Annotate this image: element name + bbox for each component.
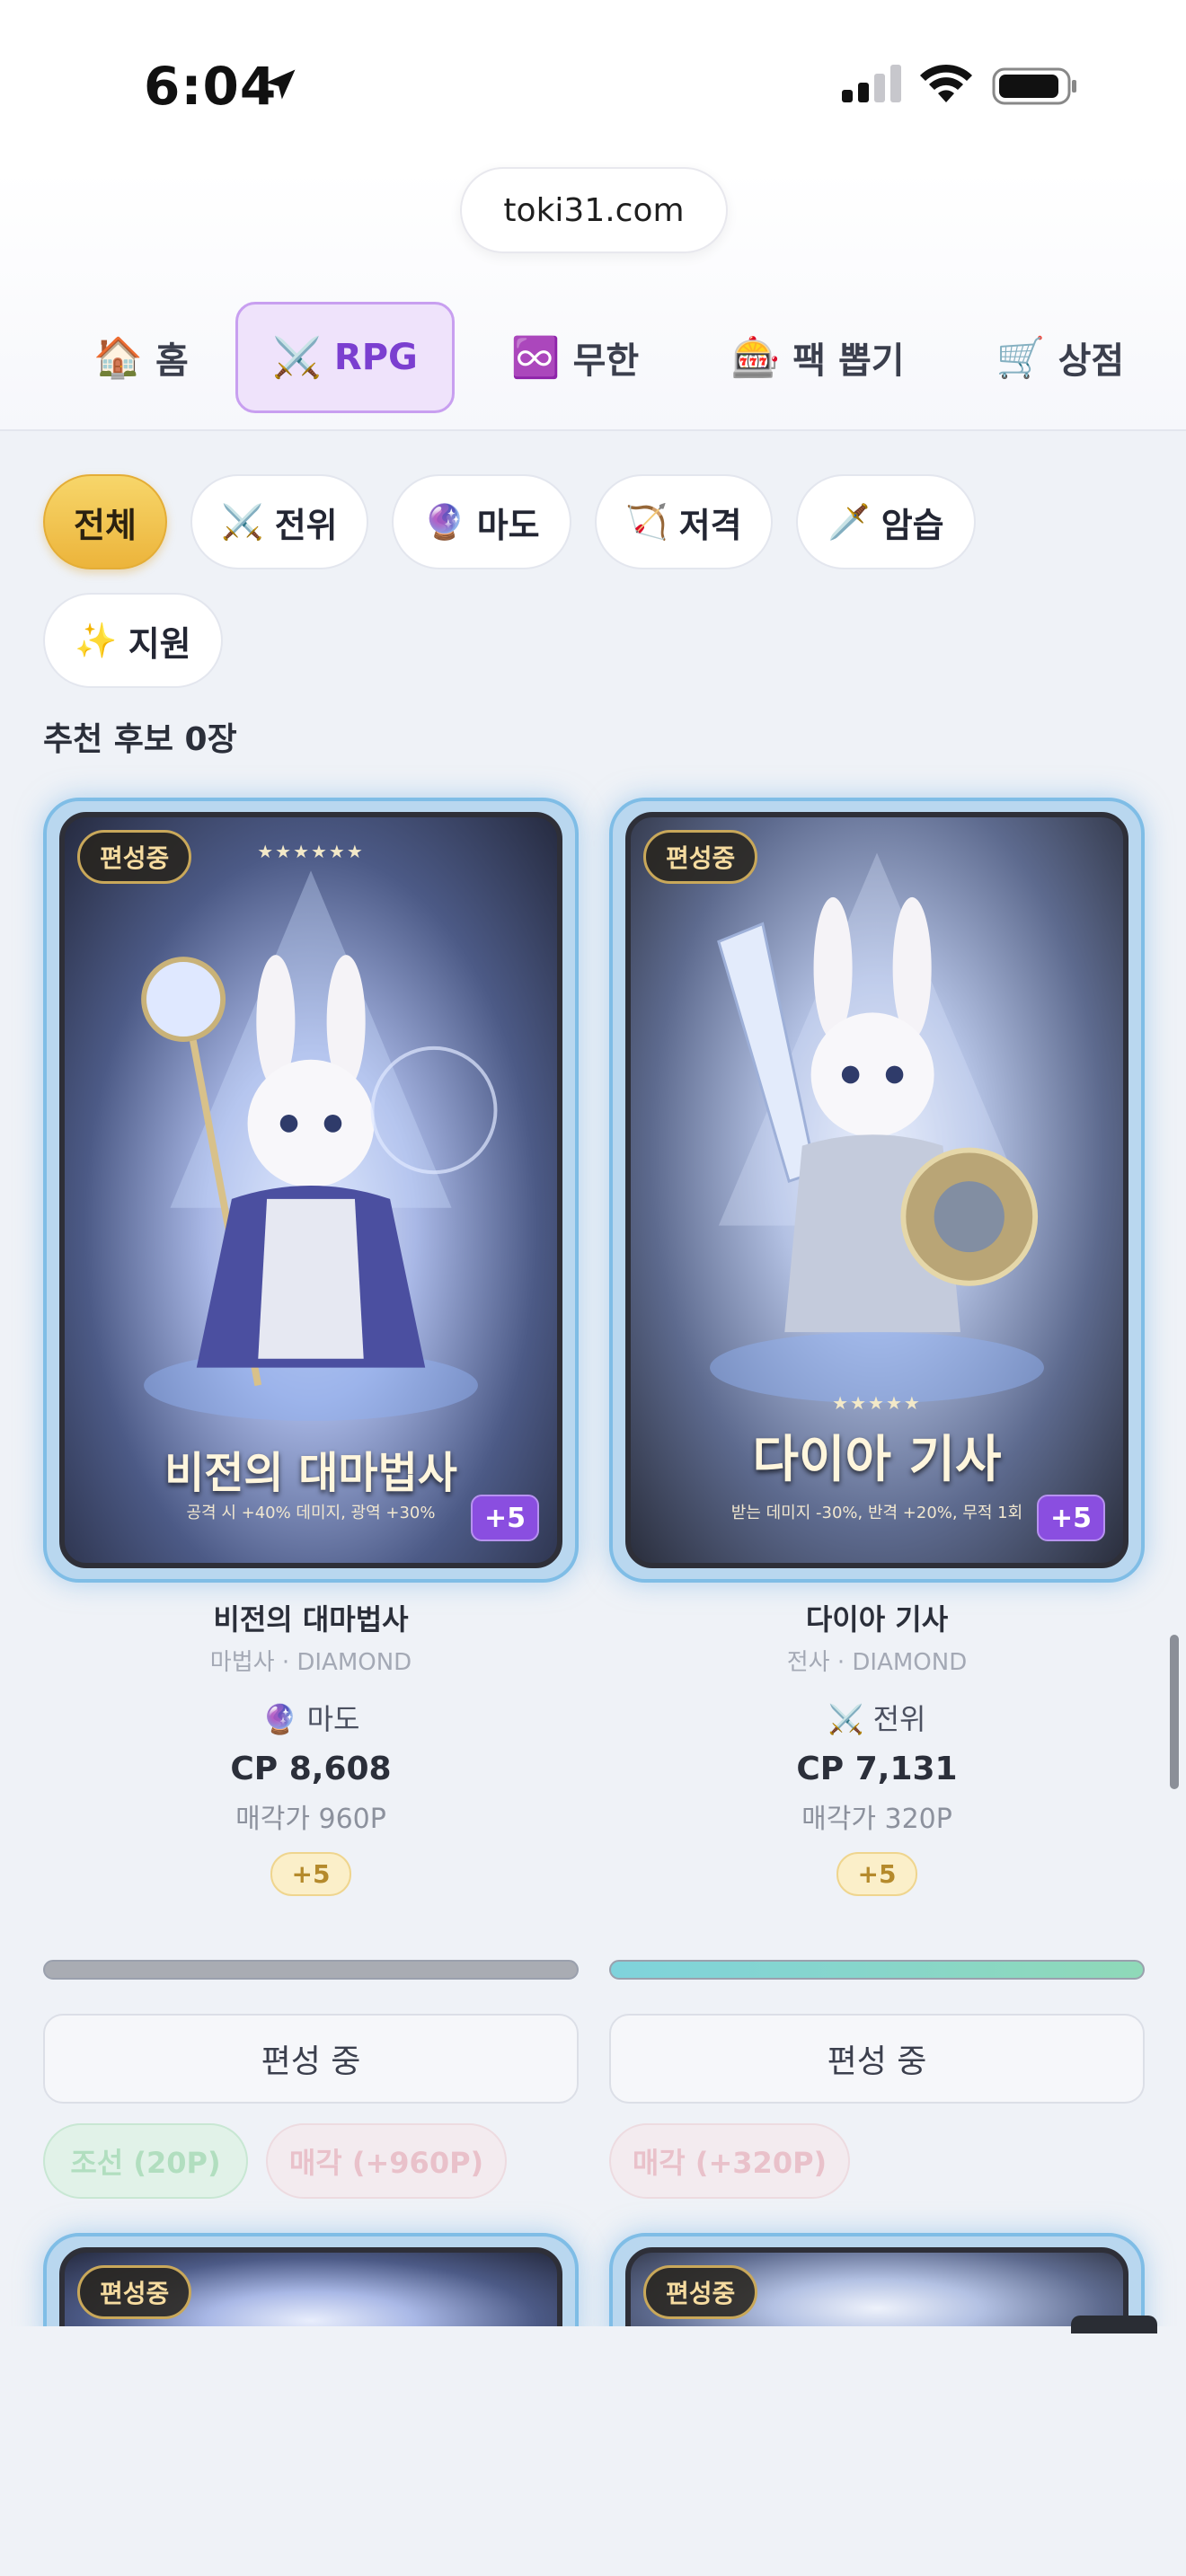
nav-item-label: 홈	[155, 340, 189, 382]
battery-icon	[992, 67, 1076, 105]
filter-chip-all[interactable]: 전체	[43, 474, 167, 569]
crossed-swords-icon: ⚔️	[272, 335, 322, 381]
card-sell-price: 매각가 320P	[801, 1804, 952, 1835]
editing-button[interactable]: 편성 중	[609, 2014, 1145, 2104]
slot-machine-icon: 🎰	[730, 335, 781, 381]
chip-label: 암습	[881, 505, 944, 545]
role-label: 전위	[872, 1702, 926, 1736]
crystal-ball-icon: 🔮	[423, 501, 466, 542]
status-time: 6:04	[144, 56, 278, 117]
filter-chip-magic[interactable]: 🔮 마도	[392, 474, 571, 569]
enhance-badge: +5	[1037, 1495, 1105, 1541]
chip-label: 전체	[74, 505, 137, 545]
card-class: 마법사 · DIAMOND	[209, 1649, 412, 1676]
bow-arrow-icon: 🏹	[625, 501, 668, 542]
card-art: 편성중 ★★★★★★ 비전의 대마법사 공격 시 +40% 데미지, 광역 +3…	[59, 812, 562, 1568]
crystal-ball-icon: 🔮	[261, 1702, 298, 1736]
top-nav: 🏠 홈 ⚔️ RPG ♾️ 무한 🎰 팩 뽑기 🛒 상점	[0, 287, 1186, 431]
level-pill: +5	[270, 1852, 352, 1896]
progress-bar	[43, 1960, 579, 1980]
chip-label: 지원	[128, 623, 191, 664]
card-art-title: 다이아 기사	[752, 1430, 1002, 1489]
shopping-cart-icon: 🛒	[996, 335, 1046, 381]
enhance-badge: +5	[471, 1495, 539, 1541]
chip-label: 저격	[678, 505, 742, 545]
scrollbar-thumb[interactable]	[1170, 1635, 1179, 1789]
card-sell-price: 매각가 960P	[235, 1804, 386, 1835]
status-badge: 편성중	[643, 2265, 758, 2319]
nav-item-pack-draw[interactable]: 🎰 팩 뽑기	[719, 302, 916, 413]
nav-item-label: 무한	[572, 340, 640, 382]
nav-item-shop[interactable]: 🛒 상점	[988, 302, 1132, 413]
filter-chip-support[interactable]: ✨ 지원	[43, 593, 223, 688]
level-pill: +5	[836, 1852, 918, 1896]
card-art: 편성중 ★★★★★ 다이아 기사 받는 데미지 -30%, 반격 +20%, 무…	[625, 812, 1128, 1568]
card-info: 비전의 대마법사 마법사 · DIAMOND 🔮 마도 CP 8,608 매각가…	[43, 1597, 579, 1896]
nav-item-rpg[interactable]: ⚔️ RPG	[235, 302, 455, 413]
infinity-icon: ♾️	[510, 335, 561, 381]
cellular-signal-icon	[842, 65, 901, 102]
card-diamond-knight[interactable]: 편성중 ★★★★★ 다이아 기사 받는 데미지 -30%, 반격 +20%, 무…	[609, 798, 1145, 1583]
floating-button[interactable]	[1071, 2316, 1157, 2333]
card-role: ⚔️ 전위	[609, 1697, 1145, 1738]
card-arcane-archmage[interactable]: 편성중 ★★★★★★ 비전의 대마법사 공격 시 +40% 데미지, 광역 +3…	[43, 798, 579, 1583]
dagger-icon: 🗡️	[828, 501, 871, 542]
role-label: 마도	[306, 1702, 360, 1736]
editing-button[interactable]: 편성 중	[43, 2014, 579, 2104]
card-info: 다이아 기사 전사 · DIAMOND ⚔️ 전위 CP 7,131 매각가 3…	[609, 1597, 1145, 1896]
card-name: 다이아 기사	[805, 1602, 949, 1636]
filter-chip-assassin[interactable]: 🗡️ 암습	[796, 474, 976, 569]
nav-item-home[interactable]: 🏠 홈	[74, 302, 208, 413]
nav-item-label: 상점	[1058, 340, 1125, 382]
card-name: 비전의 대마법사	[213, 1602, 409, 1636]
filter-chip-sniper[interactable]: 🏹 저격	[595, 474, 773, 569]
chip-label: 전위	[274, 505, 338, 545]
sell-button[interactable]: 매각 (+320P)	[609, 2123, 850, 2199]
status-bar: 6:04	[0, 0, 1186, 171]
nav-item-label: 팩 뽑기	[792, 340, 905, 382]
progress-bar	[609, 1960, 1145, 1980]
crossed-swords-icon: ⚔️	[221, 501, 264, 542]
location-arrow-icon	[265, 69, 296, 100]
card-role: 🔮 마도	[43, 1697, 579, 1738]
house-icon: 🏠	[93, 335, 143, 381]
nav-item-label: RPG	[333, 337, 418, 378]
chip-label: 마도	[476, 505, 540, 545]
sparkles-icon: ✨	[75, 620, 118, 660]
equip-button[interactable]: 조선 (20P)	[43, 2123, 248, 2199]
status-badge: 편성중	[77, 2265, 192, 2319]
wifi-icon	[920, 64, 972, 102]
url-bar[interactable]: toki31.com	[460, 167, 728, 253]
star-rating: ★★★★★★	[257, 841, 365, 862]
card-art-title: 비전의 대마법사	[164, 1448, 457, 1498]
star-rating: ★★★★★	[832, 1392, 922, 1414]
nav-item-infinite[interactable]: ♾️ 무한	[485, 302, 665, 413]
bottom-area	[0, 2326, 1186, 2576]
card-cp: CP 8,608	[230, 1751, 392, 1787]
section-title: 추천 후보 0장	[43, 721, 237, 758]
crossed-swords-icon: ⚔️	[828, 1702, 864, 1736]
filter-chip-vanguard[interactable]: ⚔️ 전위	[190, 474, 368, 569]
sell-button[interactable]: 매각 (+960P)	[266, 2123, 507, 2199]
status-badge: 편성중	[643, 830, 758, 884]
card-class: 전사 · DIAMOND	[786, 1649, 968, 1676]
card-cp: CP 7,131	[796, 1751, 958, 1787]
